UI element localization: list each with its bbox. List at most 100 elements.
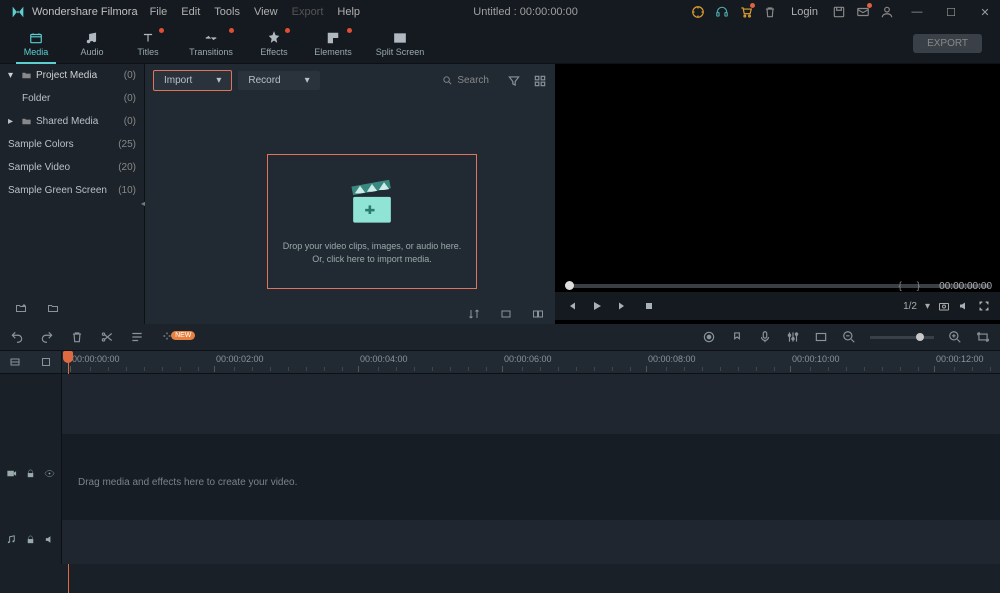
lock-icon[interactable] xyxy=(25,534,36,545)
stop-icon[interactable] xyxy=(643,300,655,312)
in-out-braces[interactable]: { } xyxy=(899,281,926,292)
menu-tools[interactable]: Tools xyxy=(214,6,240,18)
sidebar-item-shared-media[interactable]: ▸ Shared Media (0) xyxy=(0,110,144,133)
timeline-tracks[interactable]: Drag media and effects here to create yo… xyxy=(0,374,1000,564)
ruler-tool2-icon[interactable] xyxy=(40,356,52,368)
menu-export: Export xyxy=(292,6,324,18)
menu-edit[interactable]: Edit xyxy=(181,6,200,18)
menu-file[interactable]: File xyxy=(150,6,168,18)
import-dropdown[interactable]: Import▾ xyxy=(153,70,232,91)
tab-audio[interactable]: Audio xyxy=(64,24,120,64)
chevron-down-icon: ▾ xyxy=(216,75,221,86)
minimize-button[interactable]: — xyxy=(906,3,928,21)
timeline-ruler[interactable]: 00:00:00:0000:00:02:0000:00:04:0000:00:0… xyxy=(0,350,1000,374)
microphone-icon[interactable] xyxy=(758,330,772,344)
prev-frame-icon[interactable] xyxy=(565,300,577,312)
record-voice-icon[interactable] xyxy=(702,330,716,344)
split-icon[interactable] xyxy=(100,330,114,344)
tab-effects-label: Effects xyxy=(260,47,287,57)
sidebar-item-project-media[interactable]: ▾ Project Media (0) xyxy=(0,64,144,87)
export-button[interactable]: EXPORT xyxy=(913,34,982,53)
filter-icon[interactable] xyxy=(507,74,521,88)
aspect-icon[interactable] xyxy=(499,308,513,320)
sidebar-item-folder[interactable]: Folder (0) xyxy=(0,87,144,110)
lock-icon[interactable] xyxy=(25,468,36,479)
open-folder-icon[interactable] xyxy=(46,302,60,314)
chevron-down-icon: ▾ xyxy=(305,75,310,86)
thumb-view-icon[interactable] xyxy=(531,308,545,320)
eye-icon[interactable] xyxy=(44,468,55,479)
save-icon[interactable] xyxy=(832,5,846,19)
audio-track-header[interactable] xyxy=(0,534,62,545)
ruler-tool1-icon[interactable] xyxy=(9,356,21,368)
track-gutter xyxy=(0,374,62,564)
cart-icon[interactable] xyxy=(739,5,753,19)
grid-view-icon[interactable] xyxy=(533,74,547,88)
ruler-tick: 00:00:06:00 xyxy=(504,354,552,364)
ruler-tick: 00:00:08:00 xyxy=(648,354,696,364)
record-dropdown[interactable]: Record▾ xyxy=(238,71,319,90)
tab-transitions-label: Transitions xyxy=(189,47,233,57)
snapshot-icon[interactable] xyxy=(938,300,950,312)
video-track-header[interactable] xyxy=(0,468,62,479)
undo-icon[interactable] xyxy=(10,330,24,344)
title-bar: Wondershare Filmora File Edit Tools View… xyxy=(0,0,1000,24)
search-input[interactable]: Search xyxy=(436,73,495,88)
sidebar-item-sample-green-screen[interactable]: Sample Green Screen (10) xyxy=(0,179,144,202)
tab-effects[interactable]: Effects xyxy=(246,24,302,64)
new-folder-icon[interactable] xyxy=(14,302,28,314)
play-icon[interactable] xyxy=(591,300,603,312)
next-frame-icon[interactable] xyxy=(617,300,629,312)
trash-icon[interactable] xyxy=(763,5,777,19)
tab-split-screen[interactable]: Split Screen xyxy=(364,24,436,64)
preview-timecode: 00:00:00:00 xyxy=(939,281,992,292)
headset-icon[interactable] xyxy=(715,5,729,19)
preview-scrubber[interactable] xyxy=(565,284,990,288)
compass-icon[interactable] xyxy=(691,5,705,19)
close-button[interactable]: ✕ xyxy=(974,3,996,21)
fullscreen-icon[interactable] xyxy=(978,300,990,312)
delete-icon[interactable] xyxy=(70,330,84,344)
tab-media[interactable]: Media xyxy=(8,24,64,64)
sidebar-item-sample-colors[interactable]: Sample Colors (25) xyxy=(0,133,144,156)
marker2-icon[interactable] xyxy=(730,330,744,344)
playback-rate[interactable]: 1/2 xyxy=(903,301,917,312)
clapper-icon xyxy=(344,178,400,226)
zoom-fit-icon[interactable] xyxy=(976,330,990,344)
menu-help[interactable]: Help xyxy=(337,6,360,18)
frame-icon[interactable] xyxy=(814,330,828,344)
text-icon[interactable] xyxy=(130,330,144,344)
mixer-icon[interactable] xyxy=(786,330,800,344)
redo-icon[interactable] xyxy=(40,330,54,344)
mute-icon[interactable] xyxy=(44,534,55,545)
drop-zone[interactable]: Drop your video clips, images, or audio … xyxy=(267,154,477,289)
chevron-down-icon[interactable]: ▾ xyxy=(925,301,930,312)
tab-titles[interactable]: Titles xyxy=(120,24,176,64)
menu-bar: File Edit Tools View Export Help xyxy=(150,6,360,18)
ruler-tick: 00:00:02:00 xyxy=(216,354,264,364)
drop-text-2: Or, click here to import media. xyxy=(312,253,432,266)
user-icon[interactable] xyxy=(880,5,894,19)
audio-track-icon xyxy=(6,534,17,545)
preview-panel: { } 00:00:00:00 1/2 ▾ xyxy=(555,64,1000,324)
zoom-in-icon[interactable] xyxy=(948,330,962,344)
drop-text-1: Drop your video clips, images, or audio … xyxy=(283,240,462,253)
zoom-slider[interactable] xyxy=(870,336,934,339)
mail-icon[interactable] xyxy=(856,5,870,19)
sidebar-item-sample-video[interactable]: Sample Video (20) xyxy=(0,156,144,179)
sidebar: ▾ Project Media (0) Folder (0) ▸ Shared … xyxy=(0,64,145,324)
folder-icon xyxy=(21,116,32,127)
zoom-out-icon[interactable] xyxy=(842,330,856,344)
maximize-button[interactable]: ☐ xyxy=(940,3,962,21)
sort-icon[interactable] xyxy=(467,308,481,320)
volume-icon[interactable] xyxy=(958,300,970,312)
tab-transitions[interactable]: Transitions xyxy=(176,24,246,64)
scrubber-head[interactable] xyxy=(565,281,574,290)
login-link[interactable]: Login xyxy=(791,6,818,18)
tab-elements[interactable]: Elements xyxy=(302,24,364,64)
tab-titles-label: Titles xyxy=(137,47,158,57)
app-logo-icon xyxy=(10,4,26,20)
menu-view[interactable]: View xyxy=(254,6,278,18)
chevron-down-icon: ▾ xyxy=(8,70,17,81)
ruler-tick: 00:00:00:00 xyxy=(72,354,120,364)
